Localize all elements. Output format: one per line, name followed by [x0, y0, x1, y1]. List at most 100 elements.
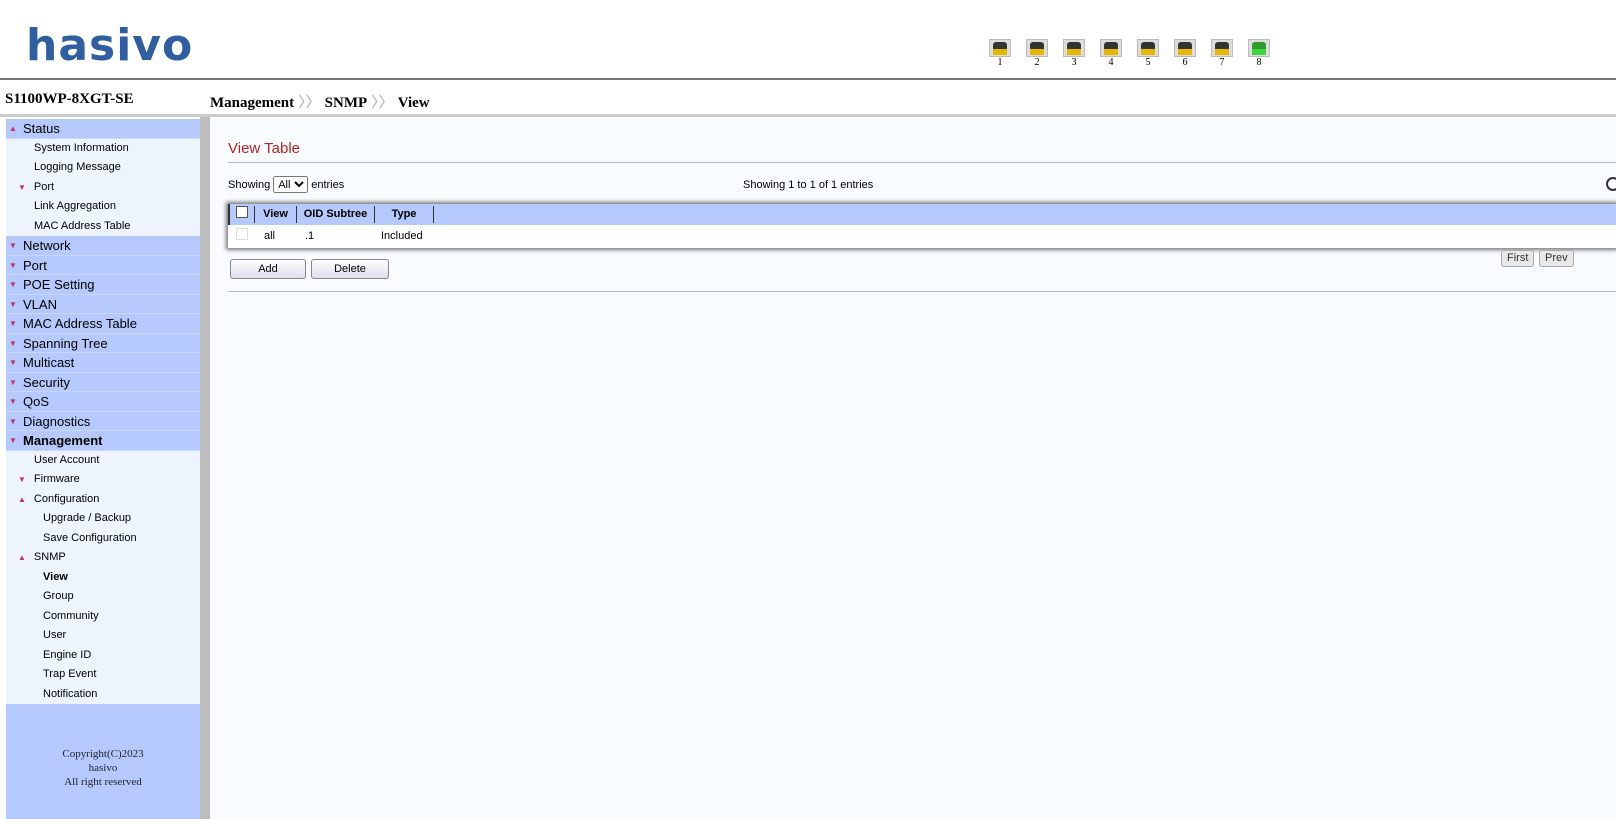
sidebar-item-qos[interactable]: ▼ QoS	[6, 392, 200, 412]
sidebar-item-configuration[interactable]: ▲ Configuration	[6, 490, 200, 510]
sidebar-item-multicast[interactable]: ▼ Multicast	[6, 353, 200, 373]
chevron-down-icon: ▼	[9, 241, 17, 250]
main-content: View Table Showing All entries Showing 1…	[210, 119, 1616, 819]
ethernet-port-icon	[1137, 39, 1159, 57]
port-3[interactable]: 3	[1063, 39, 1100, 68]
sidebar-item-label: User Account	[34, 453, 100, 466]
sidebar-item-label: Port	[33, 180, 55, 193]
sidebar-item-link-aggregation[interactable]: Link Aggregation	[6, 197, 200, 217]
chevron-up-icon: ▲	[9, 124, 17, 133]
entries-select[interactable]: All	[273, 176, 309, 193]
sidebar-item-engine-id[interactable]: Engine ID	[6, 646, 200, 666]
cell-view: all	[264, 229, 276, 242]
prev-page-button[interactable]: Prev	[1539, 250, 1574, 267]
sidebar-item-label: Engine ID	[43, 648, 92, 661]
port-6[interactable]: 6	[1174, 39, 1211, 68]
sidebar-item-community[interactable]: Community	[6, 607, 200, 627]
row-checkbox[interactable]	[236, 228, 248, 240]
breadcrumb-item: SNMP	[324, 95, 368, 111]
sidebar-item-diagnostics[interactable]: ▼ Diagnostics	[6, 411, 200, 431]
chevron-up-icon: ▲	[18, 553, 26, 562]
sidebar-item-label: POE Setting	[23, 277, 95, 292]
entries-count: Showing 1 to 1 of 1 entries	[743, 179, 874, 191]
sidebar: ▲ Status System Information Logging Message…	[6, 119, 200, 819]
table-header: View OID Subtree Type	[228, 204, 1616, 225]
port-4[interactable]: 4	[1100, 39, 1137, 68]
sidebar-item-firmware[interactable]: ▼ Firmware	[6, 470, 200, 490]
port-7[interactable]: 7	[1211, 39, 1248, 68]
chevron-down-icon: ▼	[9, 416, 17, 426]
sidebar-item-notification[interactable]: Notification	[6, 685, 200, 705]
sidebar-item-save-configuration[interactable]: Save Configuration	[6, 529, 200, 549]
sidebar-item-label: Spanning Tree	[23, 335, 108, 351]
chevron-down-icon: ▼	[9, 299, 17, 309]
view-table: View OID Subtree Type all .1 Included	[228, 204, 1616, 248]
delete-button[interactable]: Delete	[311, 259, 389, 279]
sidebar-item-mac-address-table[interactable]: ▼ MAC Address Table	[6, 314, 200, 334]
chevron-down-icon: ▼	[9, 358, 17, 367]
entries-label: entries	[311, 178, 345, 191]
port-2[interactable]: 2	[1026, 39, 1063, 68]
entries-control: Showing All entries	[228, 176, 344, 193]
sidebar-item-upgrade-backup[interactable]: Upgrade / Backup	[6, 509, 200, 529]
sidebar-item-label: Community	[43, 609, 99, 622]
ethernet-port-icon	[989, 39, 1011, 57]
port-number: 7	[1219, 57, 1225, 68]
sidebar-item-spanning-tree[interactable]: ▼ Spanning Tree	[6, 333, 200, 353]
port-5[interactable]: 5	[1137, 39, 1174, 68]
column-header-oid-subtree[interactable]: OID Subtree	[297, 206, 375, 223]
sidebar-item-security[interactable]: ▼ Security	[6, 372, 200, 392]
sidebar-item-trap-event[interactable]: Trap Event	[6, 665, 200, 685]
sidebar-item-port[interactable]: ▼ Port	[6, 178, 200, 198]
copyright-line: hasivo	[88, 762, 118, 774]
breadcrumb-item: Management	[210, 95, 295, 111]
chevron-down-icon: ▼	[18, 182, 26, 192]
sidebar-item-network[interactable]: ▼ Network	[6, 236, 200, 256]
sidebar-item-status[interactable]: ▲ Status	[6, 119, 200, 139]
copyright-line: All right reserved	[64, 776, 142, 788]
chevron-down-icon: ▼	[9, 319, 17, 328]
sidebar-item-system-information[interactable]: System Information	[6, 139, 200, 159]
sidebar-item-label: Upgrade / Backup	[43, 512, 132, 524]
sidebar-item-label: Link Aggregation	[34, 200, 116, 212]
sidebar-item-poe-setting[interactable]: ▼ POE Setting	[6, 275, 200, 295]
sidebar-item-port[interactable]: ▼ Port	[6, 255, 200, 275]
chevron-down-icon: ▼	[9, 338, 17, 348]
port-8[interactable]: 8	[1248, 39, 1285, 68]
table-row[interactable]: all .1 Included	[228, 225, 1616, 246]
port-number: 6	[1182, 57, 1188, 68]
column-header-view[interactable]: View	[255, 206, 297, 223]
sidebar-item-label: MAC Address Table	[34, 219, 131, 232]
sidebar-item-group[interactable]: Group	[6, 587, 200, 607]
sidebar-item-mac-address-table[interactable]: MAC Address Table	[6, 217, 200, 237]
select-all-checkbox[interactable]	[236, 206, 248, 218]
column-header-type[interactable]: Type	[375, 206, 434, 223]
port-number: 3	[1071, 57, 1077, 68]
chevron-down-icon: ▼	[9, 397, 17, 406]
sidebar-scrollbar[interactable]	[200, 117, 210, 819]
port-number: 4	[1108, 57, 1114, 68]
sidebar-item-label: System Information	[34, 141, 129, 154]
ethernet-port-icon	[1100, 39, 1122, 57]
sidebar-item-user[interactable]: User	[6, 626, 200, 646]
cell-oid-subtree: .1	[305, 229, 315, 242]
sidebar-item-view[interactable]: View	[6, 568, 200, 588]
sidebar-item-label: Trap Event	[43, 668, 97, 680]
sidebar-item-user-account[interactable]: User Account	[6, 451, 200, 471]
sidebar-item-label: MAC Address Table	[23, 316, 137, 331]
sidebar-item-snmp[interactable]: ▲ SNMP	[6, 548, 200, 568]
sidebar-item-label: View	[43, 570, 68, 583]
copyright-footer: Copyright(C)2023 hasivo All right reserv…	[6, 704, 200, 819]
add-button[interactable]: Add	[230, 259, 306, 279]
sidebar-item-label: User	[43, 629, 67, 641]
sidebar-item-label: Configuration	[33, 492, 100, 505]
sidebar-item-vlan[interactable]: ▼ VLAN	[6, 294, 200, 314]
port-1[interactable]: 1	[989, 39, 1026, 68]
sidebar-item-management[interactable]: ▼ Management	[6, 431, 200, 451]
sidebar-item-label: Diagnostics	[23, 413, 91, 429]
search-icon[interactable]	[1606, 177, 1616, 191]
chevron-down-icon: ▼	[9, 377, 17, 387]
first-page-button[interactable]: First	[1501, 250, 1535, 267]
select-all-cell	[230, 206, 255, 223]
sidebar-item-logging-message[interactable]: Logging Message	[6, 158, 200, 178]
